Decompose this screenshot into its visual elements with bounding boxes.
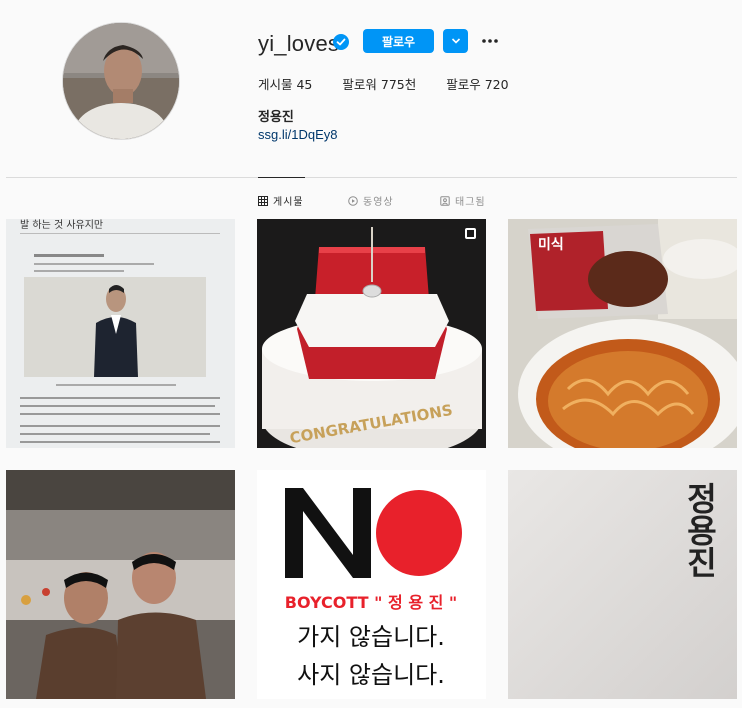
post-5-line2: 사지 않습니다.: [297, 661, 445, 689]
followers-count[interactable]: 팔로워 775천: [342, 74, 416, 93]
post-3-text: 미식: [538, 237, 564, 253]
tab-posts[interactable]: 게시물: [258, 193, 304, 208]
tabs-divider: [6, 177, 737, 178]
tab-tagged-label: 태그됨: [455, 197, 486, 208]
full-name: 정용진: [258, 110, 294, 125]
follow-button[interactable]: 팔로우: [363, 29, 434, 53]
more-options-button[interactable]: [480, 31, 500, 51]
post-tile-5[interactable]: BOYCOTT " 정 용 진 " 가지 않습니다. 사지 않습니다.: [257, 470, 486, 699]
post-5-boycott-text: BOYCOTT " 정 용 진 ": [285, 593, 457, 612]
following-count[interactable]: 팔로우 720: [446, 74, 508, 93]
more-dots-icon: [482, 39, 498, 43]
post-tile-3[interactable]: 미식: [508, 219, 737, 448]
tab-videos[interactable]: 동영상: [348, 193, 394, 208]
profile-stats: 게시물 45 팔로워 775천 팔로우 720: [258, 74, 539, 93]
chevron-down-icon: [451, 38, 460, 44]
post-5-line1: 가지 않습니다.: [297, 623, 445, 651]
posts-count: 게시물 45: [258, 77, 313, 92]
active-tab-indicator: [258, 177, 305, 178]
tag-icon: [440, 195, 450, 206]
bio-link[interactable]: ssg.li/1DqEy8: [258, 127, 337, 142]
post-tile-1[interactable]: 발 하는 것 사유지만: [6, 219, 235, 448]
username: yi_loves: [258, 31, 340, 56]
post-tile-6[interactable]: 정용진: [508, 470, 737, 699]
suggested-dropdown-button[interactable]: [443, 29, 468, 53]
post-tile-2[interactable]: CONGRATULATIONS: [257, 219, 486, 448]
video-icon: [348, 195, 358, 206]
post-tile-4[interactable]: [6, 470, 235, 699]
grid-icon: [258, 195, 268, 206]
post-6-vertical-name: 정용진: [681, 482, 719, 578]
tab-videos-label: 동영상: [363, 197, 394, 208]
profile-avatar[interactable]: [62, 22, 180, 140]
verified-badge-icon: [333, 34, 349, 50]
post-5-red-circle: [376, 490, 462, 576]
tab-posts-label: 게시물: [273, 197, 304, 208]
tab-tagged[interactable]: 태그됨: [440, 193, 486, 208]
post-1-headline: 발 하는 것 사유지만: [20, 219, 103, 231]
